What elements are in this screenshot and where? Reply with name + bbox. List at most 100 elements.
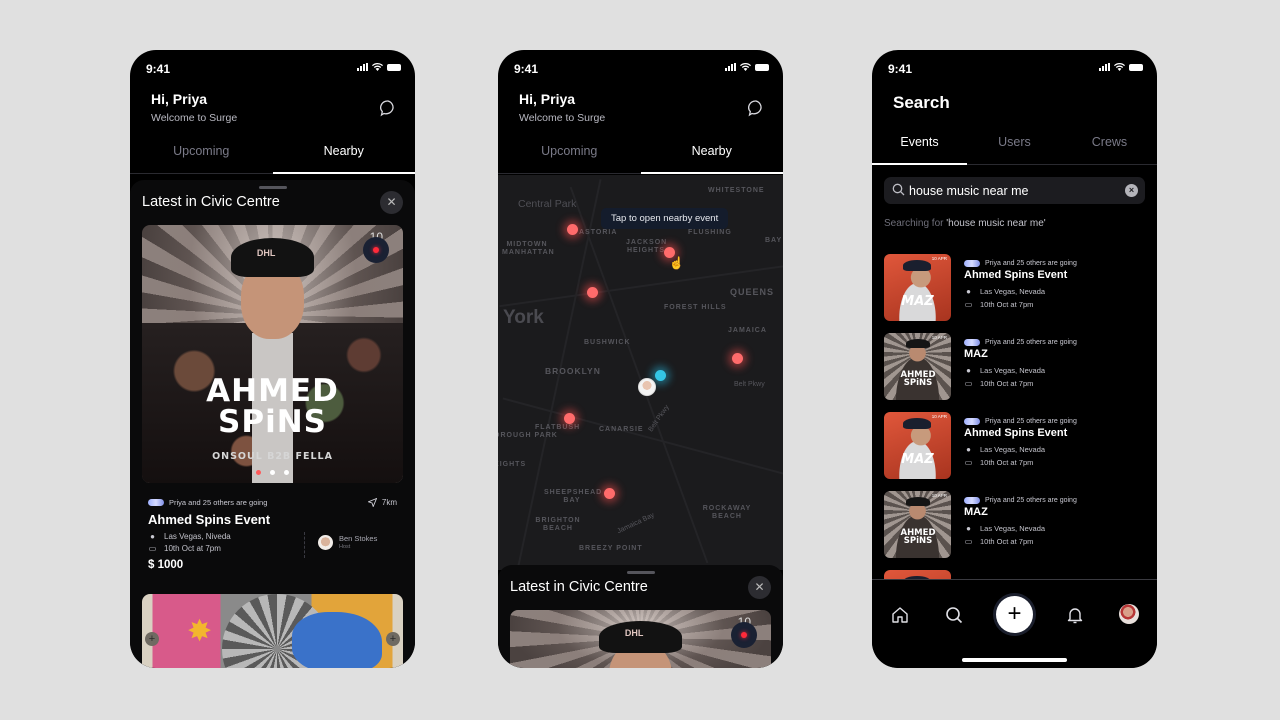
map-tooltip: Tap to open nearby event — [601, 208, 729, 229]
wifi-icon — [740, 63, 751, 71]
event-poster[interactable]: DHL 10AP — [510, 610, 771, 668]
going-row: Priya and 25 others are going — [964, 418, 1077, 425]
map-label: BOROUGH PARK — [498, 432, 558, 439]
search-field[interactable]: × — [884, 177, 1145, 204]
close-button[interactable]: ✕ — [380, 191, 403, 214]
result-item[interactable]: 10 APR MAZ Priya and 25 others are going… — [884, 412, 1145, 491]
map-label: York — [503, 307, 544, 328]
carousel-dot-1[interactable] — [256, 470, 261, 475]
result-item[interactable]: 10 APR AHMED SPiNS Priya and 25 others a… — [884, 491, 1145, 570]
sheet-drag-handle[interactable] — [626, 571, 655, 574]
distance-row: 7km — [367, 498, 397, 507]
user-location-avatar[interactable] — [638, 378, 656, 396]
close-button[interactable]: ✕ — [748, 576, 771, 599]
thumb-title: AHMED SPiNS — [900, 528, 936, 547]
map-label: JAMAICA — [728, 327, 767, 334]
tab-events[interactable]: Events — [872, 135, 967, 149]
greeting-title: Hi, Priya — [151, 91, 208, 107]
map-label: CANARSIE — [599, 426, 644, 433]
carousel-dots — [142, 470, 403, 475]
event-pin[interactable] — [587, 287, 598, 298]
calendar-icon: ▭ — [964, 458, 973, 467]
home-icon[interactable] — [890, 605, 910, 625]
nearby-map[interactable]: Central Park ASTORIA MIDTOWN MANHATTAN J… — [498, 175, 783, 570]
live-event-pin[interactable] — [655, 370, 666, 381]
map-label: WHITESTONE — [708, 187, 765, 194]
sheet-drag-handle[interactable] — [258, 186, 287, 189]
create-event-button[interactable]: + — [996, 596, 1033, 633]
sheet-title: Latest in Civic Centre — [510, 579, 648, 595]
status-icons — [357, 63, 401, 71]
going-row: Priya and 25 others are going — [964, 260, 1077, 267]
map-label: MIDTOWN MANHATTAN — [502, 241, 555, 256]
location-pin-icon: ● — [966, 524, 971, 533]
splash-art — [292, 612, 382, 668]
attendee-avatars — [964, 497, 980, 504]
carousel-dot-2[interactable] — [270, 470, 275, 475]
details-divider — [304, 532, 305, 558]
search-input[interactable] — [909, 177, 1109, 204]
poster-lineup: ONSOUL B2B FELLA — [212, 451, 333, 462]
tab-users[interactable]: Users — [967, 135, 1062, 149]
attendee-avatars — [964, 260, 980, 267]
thumb-title: MAZ — [901, 294, 934, 309]
record-icon[interactable] — [363, 237, 389, 263]
result-date-row: ▭ 10th Oct at 7pm — [964, 300, 1077, 309]
result-location: Las Vegas, Nevada — [980, 445, 1046, 454]
result-info: Priya and 25 others are going MAZ ● Las V… — [964, 497, 1077, 550]
result-info: Priya and 25 others are going Ahmed Spin… — [964, 418, 1077, 471]
calendar-icon: ▭ — [148, 544, 157, 553]
nearby-sheet: Latest in Civic Centre ✕ DHL 10AP — [498, 565, 783, 668]
thumb-date: 10 APR — [931, 335, 947, 340]
clear-icon: × — [1128, 185, 1135, 195]
tab-nearby[interactable]: Nearby — [273, 144, 416, 158]
record-icon[interactable] — [731, 622, 757, 648]
result-datetime: 10th Oct at 7pm — [980, 300, 1034, 309]
result-item[interactable]: 10 APR MAZ Priya and 25 others are going… — [884, 254, 1145, 333]
bell-icon[interactable] — [1065, 605, 1085, 625]
status-time: 9:41 — [514, 62, 539, 76]
event-datetime: 10th Oct at 7pm — [164, 544, 221, 553]
search-icon[interactable] — [944, 605, 964, 625]
result-location-row: ● Las Vegas, Nevada — [964, 524, 1077, 533]
chat-icon[interactable] — [379, 99, 397, 117]
event-pin[interactable] — [564, 413, 575, 424]
event-pin[interactable] — [567, 224, 578, 235]
event-pin[interactable] — [604, 488, 615, 499]
event-pin[interactable] — [732, 353, 743, 364]
event-poster[interactable]: DHL 10AP AHMED SPiNS ONSOUL B2B FELLA — [142, 225, 403, 483]
result-item[interactable]: 10 APR AHMED SPiNS Priya and 25 others a… — [884, 333, 1145, 412]
attendee-avatars — [964, 339, 980, 346]
thumb-date: 10 APR — [931, 414, 947, 419]
map-label: BREEZY POINT — [579, 545, 643, 552]
thumb-title: AHMED SPiNS — [900, 370, 936, 389]
searching-prefix: Searching for — [884, 218, 947, 229]
carousel-dot-3[interactable] — [284, 470, 289, 475]
location-pin-icon: ● — [966, 287, 971, 296]
next-event-poster[interactable]: ✸ + + — [142, 594, 403, 668]
tab-upcoming[interactable]: Upcoming — [130, 144, 273, 158]
thumb-title: MAZ — [901, 452, 934, 467]
chat-icon[interactable] — [747, 99, 765, 117]
star-art: ✸ — [187, 615, 213, 648]
greeting-subtitle: Welcome to Surge — [519, 112, 606, 124]
greeting-subtitle: Welcome to Surge — [151, 112, 238, 124]
going-row: Priya and 25 others are going — [964, 497, 1077, 504]
featured-event-details[interactable]: Priya and 25 others are going 7km Ahmed … — [148, 498, 397, 571]
profile-avatar[interactable] — [1119, 604, 1139, 624]
going-text: Priya and 25 others are going — [985, 418, 1077, 425]
searching-for-text: Searching for 'house music near me' — [884, 218, 1046, 229]
close-icon: ✕ — [754, 580, 765, 594]
clear-search-button[interactable]: × — [1125, 184, 1138, 197]
tab-upcoming[interactable]: Upcoming — [498, 144, 641, 158]
map-label: BUSHWICK — [584, 339, 631, 346]
tab-nearby[interactable]: Nearby — [641, 144, 784, 158]
tab-active-indicator — [640, 172, 783, 174]
result-location-row: ● Las Vegas, Nevada — [964, 366, 1077, 375]
tab-crews[interactable]: Crews — [1062, 135, 1157, 149]
event-price: $ 1000 — [148, 559, 184, 571]
sheet-title: Latest in Civic Centre — [142, 194, 280, 210]
tab-active-indicator — [272, 172, 415, 174]
host-avatar[interactable] — [318, 535, 333, 550]
result-location: Las Vegas, Nevada — [980, 287, 1046, 296]
